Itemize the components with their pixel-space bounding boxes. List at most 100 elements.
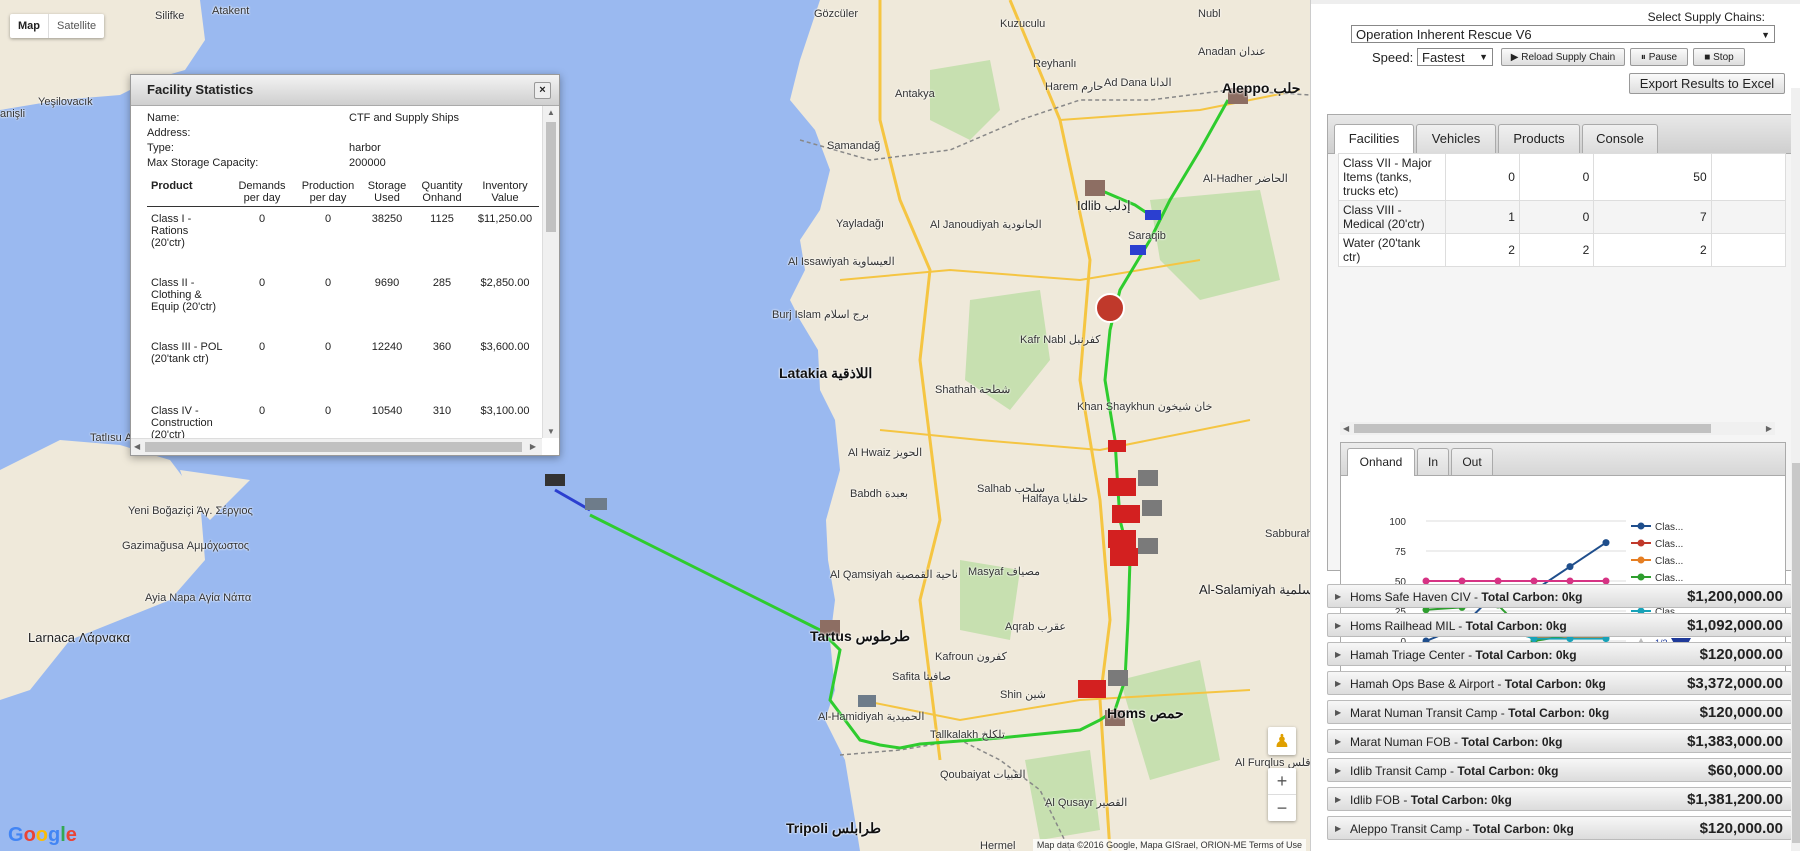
facility-name: Marat Numan Transit Camp	[1350, 706, 1498, 720]
facility-name-line: Hamah Triage Center - Total Carbon: 0kg	[1350, 648, 1577, 662]
speed-select[interactable]: Fastest ▼	[1417, 48, 1493, 66]
table-cell: 50	[1593, 153, 1712, 201]
dialog-horizontal-scrollbar[interactable]: ◀ ▶	[131, 438, 542, 455]
chevron-down-icon: ▼	[1479, 52, 1488, 62]
legend-marker	[1637, 556, 1645, 564]
zoom-out-button[interactable]: −	[1268, 795, 1296, 821]
legend-label: Clas...	[1655, 522, 1683, 533]
map-place-label: Halfaya حلفايا	[1022, 493, 1089, 505]
expand-triangle-icon[interactable]: ▶	[1335, 788, 1341, 812]
tab-console[interactable]: Console	[1582, 124, 1658, 153]
pause-button[interactable]: ⏸ Pause	[1630, 48, 1688, 66]
facility-name: Hamah Ops Base & Airport	[1350, 677, 1495, 691]
map-type-satellite-button[interactable]: Satellite	[48, 14, 104, 38]
subtab-bar: Onhand In Out	[1341, 443, 1785, 476]
facility-tabs-panel: Facilities Vehicles Products Console Cla…	[1327, 114, 1794, 680]
facility-field: Address:	[147, 127, 542, 142]
table-cell: $3,600.00	[480, 341, 530, 353]
close-icon[interactable]: ×	[534, 82, 551, 99]
table-cell: Class I - Rations (20'ctr)	[151, 213, 192, 249]
expand-triangle-icon[interactable]: ▶	[1335, 730, 1341, 754]
table-horizontal-scrollbar[interactable]: ◀ ▶	[1340, 422, 1775, 435]
scroll-left-icon[interactable]: ◀	[1343, 424, 1349, 433]
facility-row[interactable]: ▶ Hamah Ops Base & Airport - Total Carbon…	[1327, 671, 1792, 695]
tab-out[interactable]: Out	[1451, 448, 1493, 475]
dialog-vertical-scrollbar[interactable]: ▲ ▼	[542, 106, 559, 438]
panel-vertical-scrollbar[interactable]	[1791, 88, 1800, 851]
facility-row[interactable]: ▶ Idlib FOB - Total Carbon: 0kg $1,381,200…	[1327, 787, 1792, 811]
table-cell: 1125	[430, 213, 454, 225]
scroll-right-icon[interactable]: ▶	[1766, 424, 1772, 433]
facility-row[interactable]: ▶ Marat Numan FOB - Total Carbon: 0kg $1,3…	[1327, 729, 1792, 753]
scroll-right-icon[interactable]: ▶	[530, 442, 536, 451]
facility-row[interactable]: ▶ Homs Railhead MIL - Total Carbon: 0kg $1…	[1327, 613, 1792, 637]
facility-carbon: Total Carbon: 0kg	[1410, 793, 1512, 807]
map-place-label: Al Qusayr القصير	[1045, 797, 1128, 809]
facility-row[interactable]: ▶ Hamah Triage Center - Total Carbon: 0kg…	[1327, 642, 1792, 666]
stop-button[interactable]: ■ Stop	[1693, 48, 1745, 66]
facility-name: Idlib Transit Camp	[1350, 764, 1447, 778]
map-view[interactable]: Map Satellite Silifke Atakent Yeşilovacık a…	[0, 0, 1310, 851]
select-supply-chain-label: Select Supply Chains:	[1647, 10, 1765, 24]
tab-products[interactable]: Products	[1498, 124, 1580, 153]
reload-supply-chain-button[interactable]: ▶ Reload Supply Chain	[1501, 48, 1625, 66]
scroll-down-icon[interactable]: ▼	[547, 427, 555, 436]
facility-amount: $3,372,000.00	[1687, 675, 1783, 692]
map-place-label: Atakent	[212, 5, 250, 17]
scroll-thumb[interactable]	[1354, 424, 1711, 433]
scroll-up-icon[interactable]: ▲	[547, 108, 555, 117]
table-cell: 2	[1444, 233, 1520, 267]
map-place-label: Babdh بعبدة	[850, 488, 909, 500]
expand-triangle-icon[interactable]: ▶	[1335, 643, 1341, 667]
map-place-label: Al-Salamiyah سلمية	[1199, 582, 1310, 597]
map-place-label: Shin شين	[1000, 689, 1046, 701]
facility-amount: $1,381,200.00	[1687, 791, 1783, 808]
expand-triangle-icon[interactable]: ▶	[1335, 585, 1341, 609]
zoom-in-button[interactable]: +	[1268, 768, 1296, 795]
expand-triangle-icon[interactable]: ▶	[1335, 701, 1341, 725]
facility-field: Name: CTF and Supply Ships	[147, 112, 542, 127]
facility-row[interactable]: ▶ Idlib Transit Camp - Total Carbon: 0kg $…	[1327, 758, 1792, 782]
table-cell: 0	[324, 341, 332, 353]
expand-triangle-icon[interactable]: ▶	[1335, 759, 1341, 783]
expand-triangle-icon[interactable]: ▶	[1335, 614, 1341, 638]
map-place-label: Harem حارم	[1045, 81, 1104, 93]
supply-chain-select[interactable]: Operation Inherent Rescue V6 ▼	[1351, 25, 1775, 43]
scroll-thumb[interactable]	[546, 122, 556, 232]
table-cell: 285	[432, 277, 452, 289]
expand-triangle-icon[interactable]: ▶	[1335, 817, 1341, 841]
map-place-label: Silifke	[155, 10, 185, 22]
facility-name: Marat Numan FOB	[1350, 735, 1451, 749]
table-cell: 310	[432, 405, 452, 417]
table-cell: 10540	[371, 405, 403, 417]
street-view-pegman-icon[interactable]: ♟	[1268, 727, 1296, 755]
map-type-map-button[interactable]: Map	[10, 14, 48, 38]
facility-name-line: Marat Numan Transit Camp - Total Carbon:…	[1350, 706, 1610, 720]
tab-vehicles[interactable]: Vehicles	[1416, 124, 1496, 153]
export-excel-button[interactable]: Export Results to Excel	[1629, 73, 1785, 94]
tab-facilities[interactable]: Facilities	[1334, 124, 1414, 154]
facility-amount: $120,000.00	[1699, 646, 1783, 663]
tab-onhand[interactable]: Onhand	[1347, 448, 1415, 476]
table-cell: 12240	[371, 341, 403, 353]
legend-marker	[1637, 539, 1645, 547]
scroll-thumb[interactable]	[145, 442, 522, 452]
facility-row[interactable]: ▶ Marat Numan Transit Camp - Total Carbon…	[1327, 700, 1792, 724]
facility-row[interactable]: ▶ Homs Safe Haven CIV - Total Carbon: 0kg…	[1327, 584, 1792, 608]
dialog-titlebar[interactable]: Facility Statistics ×	[131, 75, 559, 106]
table-cell: Water (20'tank ctr)	[1338, 233, 1446, 267]
scroll-thumb[interactable]	[1792, 463, 1800, 843]
table-cell: 0	[258, 341, 266, 353]
field-value: harbor	[349, 142, 381, 154]
table-cell: $3,100.00	[480, 405, 530, 417]
facility-carbon: Total Carbon: 0kg	[1465, 619, 1567, 633]
field-label: Name:	[147, 112, 180, 124]
facility-amount: $120,000.00	[1699, 820, 1783, 837]
expand-triangle-icon[interactable]: ▶	[1335, 672, 1341, 696]
facility-row[interactable]: ▶ Aleppo Transit Camp - Total Carbon: 0kg…	[1327, 816, 1792, 840]
map-place-label: Idlib إدلب	[1077, 198, 1131, 213]
tab-in[interactable]: In	[1417, 448, 1449, 475]
map-place-label: Kafr Nabl كفرنبل	[1020, 334, 1101, 346]
scroll-left-icon[interactable]: ◀	[134, 442, 140, 451]
table-cell: Class VIII - Medical (20'ctr)	[1338, 200, 1446, 234]
